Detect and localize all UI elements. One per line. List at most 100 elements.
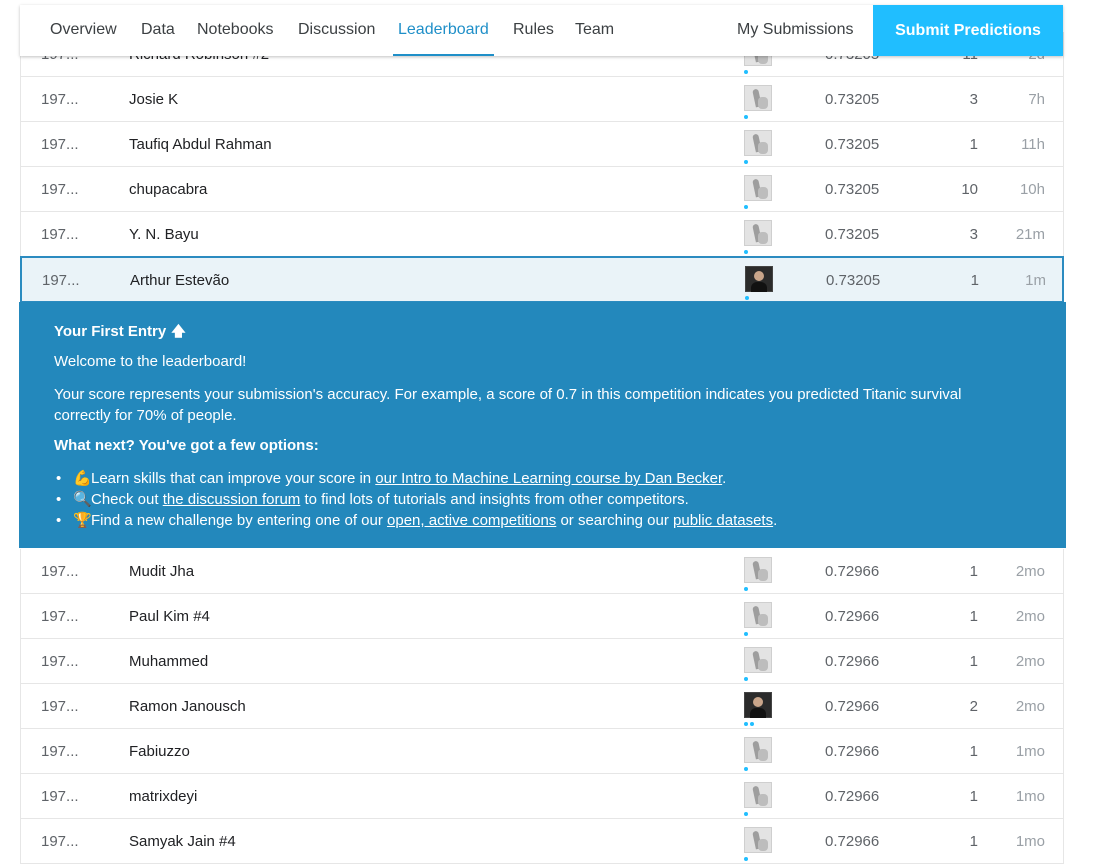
team-name-cell[interactable]: Fabiuzzo — [129, 729, 190, 774]
avatar[interactable] — [744, 220, 772, 246]
first-entry-banner: Your First Entry 🡅 Welcome to the leaderb… — [19, 302, 1066, 548]
option-text: to find lots of tutorials and insights f… — [300, 491, 689, 508]
tab-rules[interactable]: Rules — [513, 5, 554, 54]
team-name-cell[interactable]: matrixdeyi — [129, 774, 197, 819]
team-name-cell[interactable]: Taufiq Abdul Rahman — [129, 122, 272, 167]
rank-cell: 197... — [41, 743, 79, 760]
tier-dot — [750, 722, 754, 726]
table-row[interactable]: 197... Josie K 0.73205 3 7h — [20, 77, 1064, 122]
option-new-challenge: 🏆Find a new challenge by entering one of… — [54, 510, 777, 531]
table-row[interactable]: 197... Ramon Janousch 0.72966 2 2mo — [20, 684, 1064, 729]
score-cell: 0.72966 — [825, 608, 880, 625]
last-submission-cell: 11h — [1021, 136, 1045, 153]
team-name-cell[interactable]: Y. N. Bayu — [129, 212, 199, 257]
avatar[interactable] — [744, 85, 772, 111]
last-submission-cell: 2mo — [1015, 653, 1045, 670]
entries-cell: 1 — [969, 653, 978, 670]
my-submissions-link[interactable]: My Submissions — [737, 5, 853, 54]
tier-dot — [744, 250, 748, 254]
tab-overview[interactable]: Overview — [50, 5, 117, 54]
avatar[interactable] — [744, 827, 772, 853]
tier-indicator — [744, 722, 756, 726]
rank-cell: 197... — [41, 181, 79, 198]
table-row[interactable]: 197... Muhammed 0.72966 1 2mo — [20, 639, 1064, 684]
score-cell: 0.73205 — [825, 91, 880, 108]
entries-cell: 1 — [970, 272, 979, 289]
avatar[interactable] — [745, 266, 773, 292]
avatar[interactable] — [744, 175, 772, 201]
team-name-cell[interactable]: chupacabra — [129, 167, 207, 212]
banner-title: Your First Entry 🡅 — [54, 321, 186, 345]
banner-welcome: Welcome to the leaderboard! — [54, 353, 247, 370]
table-row[interactable]: 197... Taufiq Abdul Rahman 0.73205 1 11h — [20, 122, 1064, 167]
option-learn-skills: 💪Learn skills that can improve your scor… — [54, 468, 777, 489]
tier-dot — [744, 812, 748, 816]
flexed-biceps-icon: 💪 — [73, 470, 92, 487]
rank-cell: 197... — [41, 91, 79, 108]
team-name-cell[interactable]: Ramon Janousch — [129, 684, 246, 729]
avatar[interactable] — [744, 557, 772, 583]
team-name-cell[interactable]: Samyak Jain #4 — [129, 819, 236, 864]
score-cell: 0.72966 — [825, 653, 880, 670]
team-name-cell[interactable]: Mudit Jha — [129, 549, 194, 594]
avatar[interactable] — [744, 737, 772, 763]
table-row[interactable]: 197... chupacabra 0.73205 10 10h — [20, 167, 1064, 212]
banner-title-text: Your First Entry — [54, 323, 167, 340]
last-submission-cell: 2mo — [1015, 608, 1045, 625]
tier-indicator — [744, 767, 750, 771]
discussion-forum-link[interactable]: the discussion forum — [163, 491, 301, 508]
score-cell: 0.73205 — [825, 136, 880, 153]
tier-dot — [744, 70, 748, 74]
rank-cell: 197... — [41, 136, 79, 153]
tab-data[interactable]: Data — [141, 5, 175, 54]
tier-indicator — [744, 677, 750, 681]
table-row[interactable]: 197... Paul Kim #4 0.72966 1 2mo — [20, 594, 1064, 639]
score-cell: 0.72966 — [825, 833, 880, 850]
avatar[interactable] — [744, 782, 772, 808]
intro-ml-course-link[interactable]: our Intro to Machine Learning course by … — [375, 470, 722, 487]
table-row[interactable]: 197... Samyak Jain #4 0.72966 1 1mo — [20, 819, 1064, 864]
entries-cell: 1 — [969, 608, 978, 625]
entries-cell: 1 — [969, 136, 978, 153]
tab-notebooks[interactable]: Notebooks — [197, 5, 274, 54]
table-row[interactable]: 197... Mudit Jha 0.72966 1 2mo — [20, 549, 1064, 594]
submit-predictions-button[interactable]: Submit Predictions — [873, 5, 1063, 56]
avatar[interactable] — [744, 130, 772, 156]
rank-cell: 197... — [41, 608, 79, 625]
tier-indicator — [744, 587, 750, 591]
rank-cell: 197... — [41, 833, 79, 850]
tab-team[interactable]: Team — [575, 5, 614, 54]
option-text: Find a new challenge by entering one of … — [91, 512, 388, 529]
avatar[interactable] — [744, 692, 772, 718]
team-name-cell[interactable]: Arthur Estevão — [130, 258, 229, 303]
tab-discussion[interactable]: Discussion — [298, 5, 375, 54]
last-submission-cell: 1m — [1025, 272, 1046, 289]
score-cell: 0.73205 — [826, 272, 881, 289]
public-datasets-link[interactable]: public datasets — [673, 512, 773, 529]
table-row[interactable]: 197... Y. N. Bayu 0.73205 3 21m — [20, 212, 1064, 257]
my-entry-row[interactable]: 197... Arthur Estevão 0.73205 1 1m — [20, 256, 1064, 303]
last-submission-cell: 1mo — [1015, 788, 1045, 805]
avatar[interactable] — [744, 602, 772, 628]
tier-dot — [744, 632, 748, 636]
tier-indicator — [744, 70, 750, 74]
active-competitions-link[interactable]: open, active competitions — [387, 512, 556, 529]
table-row[interactable]: 197... matrixdeyi 0.72966 1 1mo — [20, 774, 1064, 819]
tab-leaderboard[interactable]: Leaderboard — [393, 5, 494, 56]
last-submission-cell: 7h — [1028, 91, 1045, 108]
entries-cell: 1 — [969, 788, 978, 805]
team-name-cell[interactable]: Josie K — [129, 77, 178, 122]
avatar[interactable] — [744, 647, 772, 673]
last-submission-cell: 10h — [1019, 181, 1045, 198]
arrow-up-icon: 🡅 — [171, 323, 186, 339]
tier-dot — [744, 857, 748, 861]
tier-indicator — [744, 160, 750, 164]
team-name-cell[interactable]: Muhammed — [129, 639, 208, 684]
entries-cell: 1 — [969, 743, 978, 760]
entries-cell: 10 — [961, 181, 978, 198]
tier-indicator — [744, 115, 750, 119]
tier-dot — [744, 160, 748, 164]
team-name-cell[interactable]: Paul Kim #4 — [129, 594, 210, 639]
banner-options-list: 💪Learn skills that can improve your scor… — [54, 468, 777, 531]
table-row[interactable]: 197... Fabiuzzo 0.72966 1 1mo — [20, 729, 1064, 774]
